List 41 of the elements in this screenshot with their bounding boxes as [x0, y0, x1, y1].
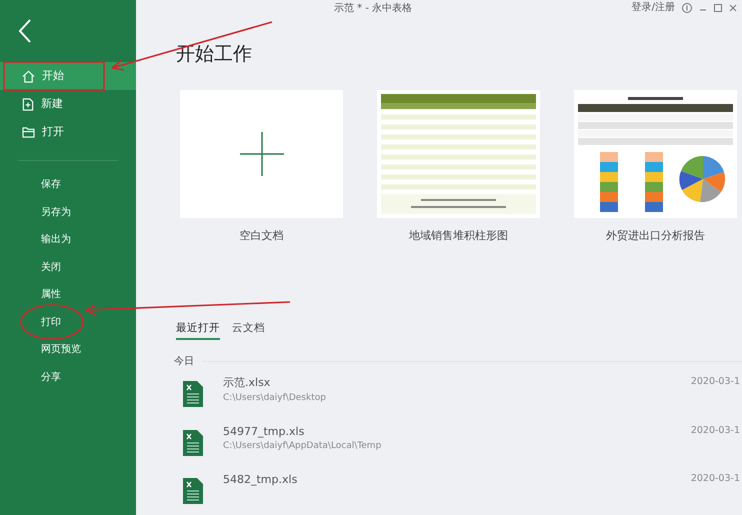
tab[interactable]: 最近打开 [176, 320, 220, 340]
login-link[interactable]: 登录/注册 [632, 0, 675, 15]
window-title: 示范 * - 永中表格 [334, 2, 412, 16]
new-file-icon [22, 98, 34, 110]
folder-icon [22, 126, 35, 138]
file-name: 54977_tmp.xls [223, 424, 306, 440]
sidebar-item[interactable]: 开始 [0, 62, 136, 90]
template-label: 地域销售堆积柱形图 [409, 228, 508, 244]
annotation-ellipse [19, 303, 85, 341]
sidebar-item[interactable]: 另存为 [0, 198, 136, 226]
sidebar-item[interactable]: 新建 [0, 90, 136, 118]
tab[interactable]: 云文档 [232, 320, 265, 340]
plus-icon [240, 132, 284, 176]
sidebar-item[interactable]: 属性 [0, 281, 136, 308]
maximize-icon[interactable] [714, 4, 722, 12]
sidebar-item[interactable]: 分享 [0, 364, 136, 391]
file-name: 示范.xlsx [223, 375, 272, 392]
sidebar-item[interactable]: 保存 [0, 171, 136, 198]
file-date: 2020-03-1 [690, 472, 740, 486]
recent-file-row[interactable]: 5482_tmp.xls 2020-03-1 [136, 466, 742, 515]
recent-file-row[interactable]: 54977_tmp.xls C:\Users\daiyf\AppData\Local\Temp 2020-03-1 [136, 418, 742, 466]
spreadsheet-file-icon [183, 430, 203, 456]
group-label: 今日 [174, 355, 194, 370]
home-icon [22, 70, 35, 82]
file-date: 2020-03-1 [690, 375, 740, 390]
file-name: 5482_tmp.xls [223, 472, 298, 488]
sidebar-item[interactable]: 打印 [0, 308, 136, 336]
recent-file-row[interactable]: 示范.xlsx C:\Users\daiyf\Desktop 2020-03-1 [136, 369, 742, 418]
file-path: C:\Users\daiyf\AppData\Local\Temp [223, 440, 382, 454]
spreadsheet-file-icon [183, 478, 203, 504]
file-path: C:\Users\daiyf\Desktop [223, 392, 326, 405]
template-label: 空白文档 [240, 228, 284, 244]
sidebar-item[interactable]: 打开 [0, 118, 136, 146]
sidebar-item[interactable]: 输出为 [0, 226, 136, 254]
file-date: 2020-03-1 [690, 424, 740, 438]
sidebar-item[interactable]: 关闭 [0, 254, 136, 281]
close-icon[interactable] [729, 4, 737, 12]
template-label: 外贸进出口分析报告 [606, 228, 705, 244]
back-icon[interactable] [18, 19, 32, 43]
sidebar-item[interactable]: 网页预览 [0, 336, 136, 364]
spreadsheet-file-icon [183, 381, 203, 408]
